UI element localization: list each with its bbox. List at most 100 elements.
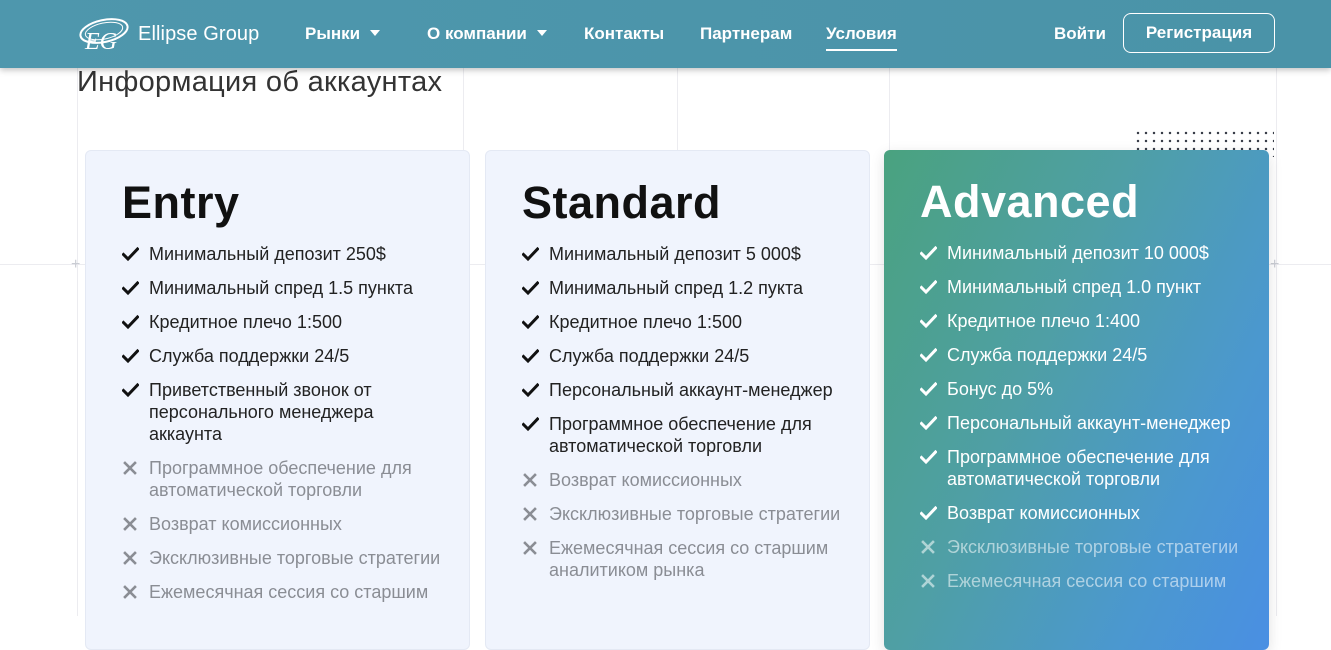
feature-text: Персональный аккаунт-менеджер [549, 380, 833, 400]
cross-icon [921, 574, 935, 588]
feature-text: Эксклюзивные торговые стратегии [149, 548, 441, 568]
nav-item-about[interactable]: О компании [427, 24, 547, 44]
plan-title: Entry [122, 177, 240, 228]
plan-card-advanced: Advanced Минимальный депозит 10 000$ Мини… [884, 150, 1269, 650]
feature-text: Персональный аккаунт-менеджер [947, 413, 1231, 433]
feature-text: Минимальный спред 1.2 пукта [549, 278, 804, 298]
nav-item-contacts[interactable]: Контакты [584, 24, 664, 44]
feature-text: Минимальный спред 1.5 пункта [149, 278, 413, 298]
plan-card-entry: Entry Минимальный депозит 250$ Минимальны… [85, 150, 470, 650]
feature-item: Бонус до 5% [920, 378, 1249, 400]
feature-item: Минимальный депозит 250$ [122, 243, 449, 265]
login-link[interactable]: Войти [1054, 24, 1106, 44]
feature-item: Кредитное плечо 1:500 [522, 311, 849, 333]
plus-icon: + [1270, 256, 1280, 273]
cross-icon [523, 507, 537, 521]
feature-item: Ежемесячная сессия со старшим [122, 581, 449, 603]
feature-item: Минимальный спред 1.5 пункта [122, 277, 449, 299]
grid-line [77, 68, 78, 616]
feature-text: Ежемесячная сессия со старшим аналитиком… [549, 538, 829, 580]
feature-item: Эксклюзивные торговые стратегии [522, 503, 849, 525]
feature-text: Ежемесячная сессия со старшим [947, 571, 1227, 591]
register-button[interactable]: Регистрация [1123, 13, 1275, 53]
check-icon [122, 348, 139, 364]
feature-item: Персональный аккаунт-менеджер [920, 412, 1249, 434]
check-icon [522, 382, 539, 398]
feature-item: Служба поддержки 24/5 [122, 345, 449, 367]
feature-text: Возврат комиссионных [549, 470, 742, 490]
feature-item: Минимальный спред 1.2 пукта [522, 277, 849, 299]
check-icon [920, 347, 937, 363]
cross-icon [123, 585, 137, 599]
check-icon [920, 505, 937, 521]
cross-icon [523, 473, 537, 487]
logo-mark-icon: EG [79, 18, 129, 54]
feature-item: Программное обеспечение для автоматическ… [522, 413, 849, 457]
feature-text: Приветственный звонок от персонального м… [149, 380, 374, 444]
check-icon [122, 382, 139, 398]
feature-item: Персональный аккаунт-менеджер [522, 379, 849, 401]
check-icon [522, 348, 539, 364]
feature-text: Кредитное плечо 1:500 [549, 312, 742, 332]
nav-item-markets[interactable]: Рынки [305, 24, 381, 44]
feature-item: Возврат комиссионных [522, 469, 849, 491]
feature-text: Минимальный спред 1.0 пункт [947, 277, 1202, 297]
feature-text: Программное обеспечение для автоматическ… [947, 447, 1210, 489]
check-icon [920, 279, 937, 295]
page-title: Информация об аккаунтах [77, 66, 443, 98]
feature-text: Служба поддержки 24/5 [549, 346, 750, 366]
feature-text: Возврат комиссионных [947, 503, 1140, 523]
chevron-down-icon [370, 29, 381, 36]
check-icon [522, 280, 539, 296]
feature-text: Служба поддержки 24/5 [149, 346, 350, 366]
feature-item: Возврат комиссионных [920, 502, 1249, 524]
brand-name: Ellipse Group [138, 22, 260, 45]
feature-text: Минимальный депозит 250$ [149, 244, 386, 264]
feature-item: Программное обеспечение для автоматическ… [920, 446, 1249, 490]
cross-icon [523, 541, 537, 555]
feature-list: Минимальный депозит 5 000$ Минимальный сп… [522, 243, 849, 593]
feature-item: Ежемесячная сессия со старшим [920, 570, 1249, 592]
brand-logo[interactable]: EG Ellipse Group [77, 14, 259, 54]
feature-item: Ежемесячная сессия со старшим аналитиком… [522, 537, 849, 581]
check-icon [122, 314, 139, 330]
feature-text: Ежемесячная сессия со старшим [149, 582, 429, 602]
feature-item: Минимальный спред 1.0 пункт [920, 276, 1249, 298]
feature-item: Служба поддержки 24/5 [920, 344, 1249, 366]
cross-icon [123, 461, 137, 475]
feature-text: Служба поддержки 24/5 [947, 345, 1148, 365]
cross-icon [921, 540, 935, 554]
nav-item-conditions[interactable]: Условия [826, 24, 897, 51]
feature-item: Кредитное плечо 1:400 [920, 310, 1249, 332]
feature-text: Возврат комиссионных [149, 514, 342, 534]
feature-text: Эксклюзивные торговые стратегии [549, 504, 841, 524]
cross-icon [123, 551, 137, 565]
check-icon [522, 314, 539, 330]
chevron-down-icon [536, 29, 547, 36]
check-icon [920, 415, 937, 431]
nav-item-partners[interactable]: Партнерам [700, 24, 792, 44]
feature-text: Бонус до 5% [947, 379, 1054, 399]
plan-title: Standard [522, 177, 722, 228]
check-icon [522, 416, 539, 432]
cross-icon [123, 517, 137, 531]
check-icon [122, 246, 139, 262]
logo-letters: EG [84, 29, 117, 54]
feature-item: Программное обеспечение для автоматическ… [122, 457, 449, 501]
feature-item: Кредитное плечо 1:500 [122, 311, 449, 333]
feature-item: Минимальный депозит 5 000$ [522, 243, 849, 265]
feature-text: Минимальный депозит 10 000$ [947, 243, 1209, 263]
top-navbar: EG Ellipse Group Рынки О компании Контак… [0, 0, 1331, 68]
check-icon [522, 246, 539, 262]
active-underline [826, 49, 897, 51]
feature-item: Служба поддержки 24/5 [522, 345, 849, 367]
check-icon [920, 449, 937, 465]
check-icon [920, 381, 937, 397]
feature-text: Программное обеспечение для автоматическ… [549, 414, 812, 456]
check-icon [920, 313, 937, 329]
plus-icon: + [71, 256, 81, 273]
feature-list: Минимальный депозит 250$ Минимальный спре… [122, 243, 449, 615]
feature-text: Минимальный депозит 5 000$ [549, 244, 801, 264]
check-icon [122, 280, 139, 296]
feature-item: Минимальный депозит 10 000$ [920, 242, 1249, 264]
